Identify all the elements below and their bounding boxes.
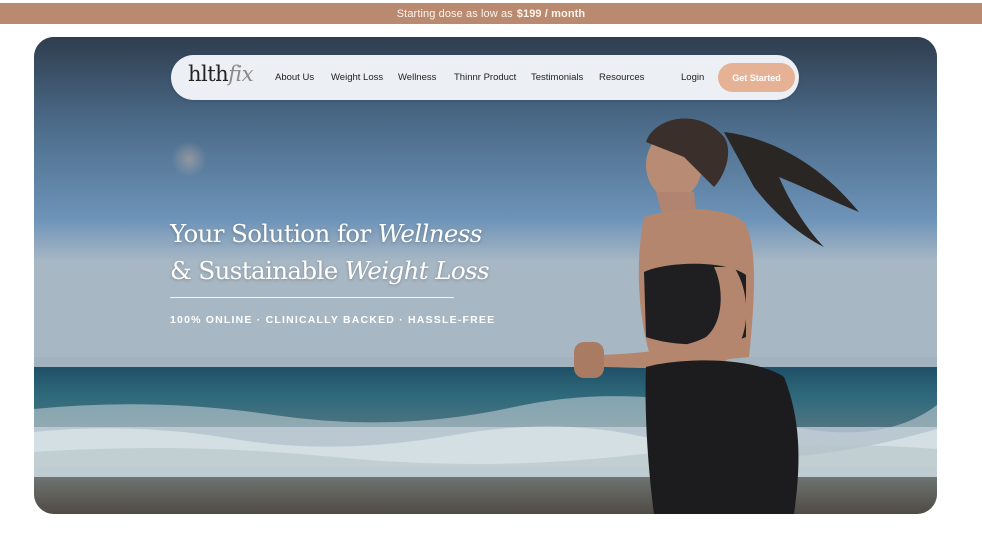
brand-logo[interactable]: hlthfix bbox=[188, 62, 254, 86]
nav-resources[interactable]: Resources bbox=[599, 72, 644, 83]
nav-about-us[interactable]: About Us bbox=[275, 72, 314, 83]
logo-italic: fix bbox=[228, 62, 254, 86]
promo-bar: Starting dose as low as $199 / month bbox=[0, 3, 982, 24]
headline-divider bbox=[170, 297, 454, 298]
promo-price: $199 / month bbox=[516, 7, 586, 20]
hero-headline: Your Solution for Wellness & Sustainable… bbox=[170, 215, 490, 289]
headline-line-2: & Sustainable Weight Loss bbox=[170, 256, 490, 285]
get-started-button[interactable]: Get Started bbox=[718, 63, 795, 92]
logo-main: hlth bbox=[188, 62, 229, 86]
promo-text: Starting dose as low as bbox=[396, 7, 513, 20]
top-navigation: hlthfix About Us Weight Loss Wellness Th… bbox=[171, 55, 799, 100]
nav-wellness[interactable]: Wellness bbox=[398, 72, 436, 83]
hero-tagline: 100% ONLINE · CLINICALLY BACKED · HASSLE… bbox=[170, 314, 496, 326]
headline-line-1: Your Solution for Wellness bbox=[170, 219, 482, 248]
login-link[interactable]: Login bbox=[681, 72, 704, 83]
nav-thinnr-product[interactable]: Thinnr Product bbox=[454, 72, 516, 83]
hero-section: hlthfix About Us Weight Loss Wellness Th… bbox=[34, 37, 937, 514]
nav-weight-loss[interactable]: Weight Loss bbox=[331, 72, 383, 83]
nav-testimonials[interactable]: Testimonials bbox=[531, 72, 583, 83]
